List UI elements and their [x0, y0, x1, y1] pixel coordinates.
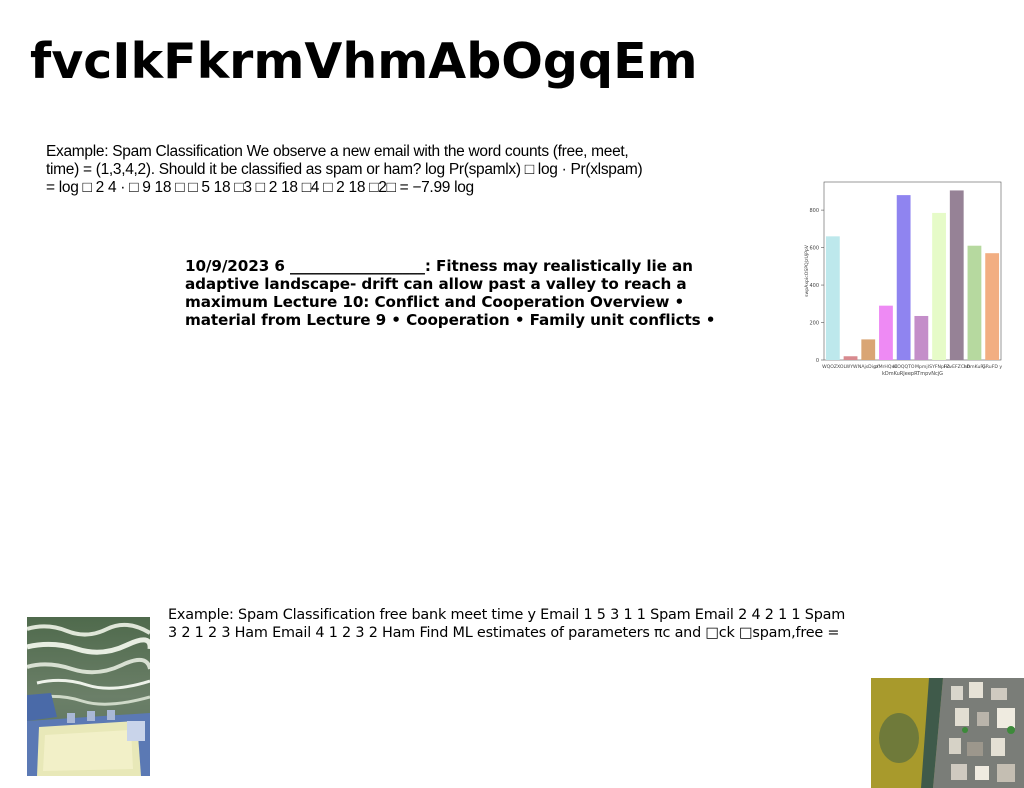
- bar-6: [914, 315, 929, 360]
- y-tick-label: 800: [809, 208, 819, 214]
- bar-3: [861, 339, 876, 360]
- x-tick-label: WQOZXO: [822, 364, 844, 370]
- bar-9: [967, 245, 982, 360]
- y-tick-label: 0: [816, 358, 819, 364]
- bar-2: [843, 356, 858, 360]
- bar-7: [932, 212, 946, 360]
- x-tick-label: LWYW: [844, 364, 858, 370]
- bar-1: [825, 236, 840, 360]
- waves-rooftop-image: [27, 617, 150, 776]
- lecture-notes-paragraph: 10/9/2023 6 __________________: Fitness …: [185, 257, 716, 329]
- bar-8: [949, 190, 964, 360]
- y-tick-label: 600: [809, 246, 819, 252]
- y-tick-label: 400: [809, 283, 819, 289]
- page-title: fvcIkFkrmVhmAbOgqEm: [30, 33, 698, 90]
- bar-5: [896, 195, 911, 360]
- x-axis-label: kDmKuRJeepRTmpvNcjG: [882, 371, 943, 377]
- x-tick-label: WOQQTO: [893, 364, 915, 370]
- y-axis-label: swpAxpicOSPQJzUjPpV: [804, 244, 810, 297]
- bar-10: [985, 253, 1000, 360]
- y-tick-label: 200: [809, 321, 819, 327]
- ml-estimates-paragraph: Example: Spam Classification free bank m…: [168, 607, 846, 641]
- aerial-coastline-image: [871, 678, 1024, 788]
- bar-4: [879, 305, 893, 360]
- bar-chart: 0200400600800WQOZXO LWYW NAjsDigxcfMrHQxCW…: [804, 181, 1002, 377]
- spam-classification-paragraph: Example: Spam Classification We observe …: [46, 143, 643, 196]
- x-tick-label: Mpmj: [915, 364, 928, 370]
- x-tick-label: GRuFD y: [982, 364, 1002, 370]
